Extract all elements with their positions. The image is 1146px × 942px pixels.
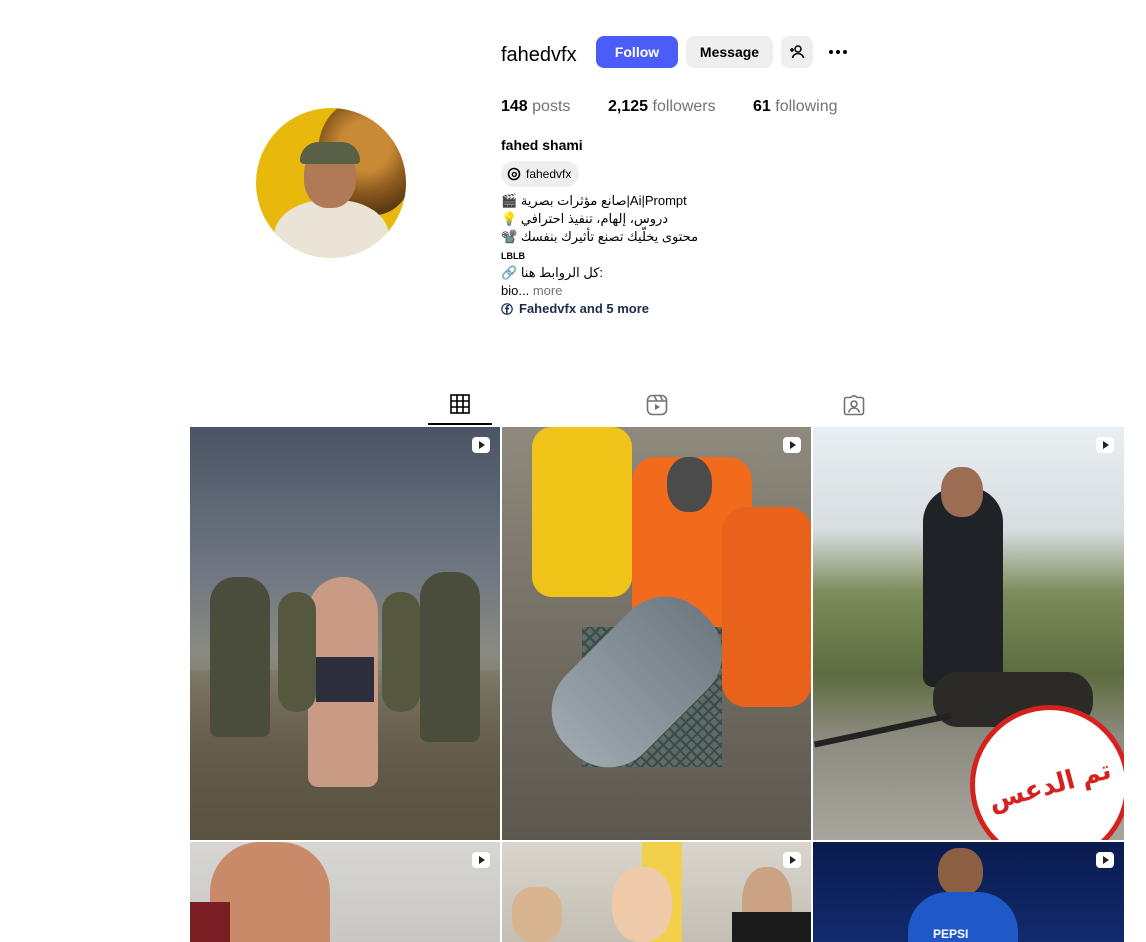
bio-small-text: LBLB: [501, 251, 525, 261]
threads-icon: [507, 167, 521, 181]
reel-icon: [472, 437, 490, 453]
bio-line-2: 💡 دروس، إلهام، تنفيذ احترافي: [501, 211, 669, 226]
post-thumbnail[interactable]: [502, 842, 811, 942]
bio-line-1: 🎬 صانع مؤثرات بصرية|Ai|Prompt: [501, 193, 687, 208]
bio-line-3: 📽️ محتوى يخلّيك تصنع تأثيرك بنفسك: [501, 229, 699, 244]
reels-icon: [646, 394, 668, 416]
avatar-body: [274, 200, 389, 258]
post-thumbnail[interactable]: PEPSI: [813, 842, 1124, 942]
bio-links-line: 🔗 كل الروابط هنا:: [501, 265, 604, 280]
tab-posts[interactable]: [428, 385, 492, 425]
tab-tagged[interactable]: [822, 385, 886, 425]
reel-icon: [1096, 437, 1114, 453]
profile-page: fahedvfx Follow Message 148 posts 2,125 …: [0, 0, 1146, 942]
posts-count-label: posts: [532, 98, 571, 115]
grid-icon: [450, 394, 470, 414]
profile-avatar[interactable]: [256, 108, 406, 258]
posts-count-value: 148: [501, 98, 528, 115]
followers-count-value: 2,125: [608, 98, 649, 115]
more-icon: [829, 50, 847, 54]
reel-icon: [783, 437, 801, 453]
facebook-icon: [501, 302, 513, 315]
add-user-icon: [790, 45, 805, 59]
tab-reels[interactable]: [625, 385, 689, 425]
add-user-button[interactable]: [781, 36, 813, 68]
profile-tabs: [0, 385, 1146, 425]
avatar-cap: [300, 142, 360, 164]
post-thumbnail[interactable]: [190, 842, 500, 942]
links-label: Fahedvfx and 5 more: [519, 301, 650, 316]
tagged-icon: [843, 394, 865, 416]
overlay-brand-text: PEPSI: [933, 927, 969, 941]
profile-full-name: fahed shami: [501, 137, 583, 153]
message-button[interactable]: Message: [686, 36, 773, 68]
reel-icon: [472, 852, 490, 868]
following-count-value: 61: [753, 98, 771, 115]
post-thumbnail[interactable]: تم الدعس: [813, 427, 1124, 840]
bio-truncated: bio... more: [501, 283, 562, 298]
threads-badge[interactable]: fahedvfx: [501, 161, 580, 187]
bio-truncated-text: bio...: [501, 283, 530, 298]
following-count[interactable]: 61 following: [753, 98, 838, 116]
following-count-label: following: [775, 98, 838, 115]
overlay-stamp-text: تم الدعس: [985, 753, 1115, 816]
followers-count[interactable]: 2,125 followers: [608, 98, 716, 116]
reel-icon: [1096, 852, 1114, 868]
bio-more-link[interactable]: more: [533, 283, 563, 298]
more-options-button[interactable]: [824, 36, 852, 68]
reel-icon: [783, 852, 801, 868]
external-links[interactable]: Fahedvfx and 5 more: [501, 301, 649, 316]
threads-handle: fahedvfx: [526, 167, 572, 181]
post-thumbnail[interactable]: [190, 427, 500, 840]
post-thumbnail[interactable]: [502, 427, 811, 840]
follow-button[interactable]: Follow: [596, 36, 678, 68]
profile-username: fahedvfx: [501, 44, 577, 66]
followers-count-label: followers: [652, 98, 716, 115]
posts-count: 148 posts: [501, 98, 570, 116]
